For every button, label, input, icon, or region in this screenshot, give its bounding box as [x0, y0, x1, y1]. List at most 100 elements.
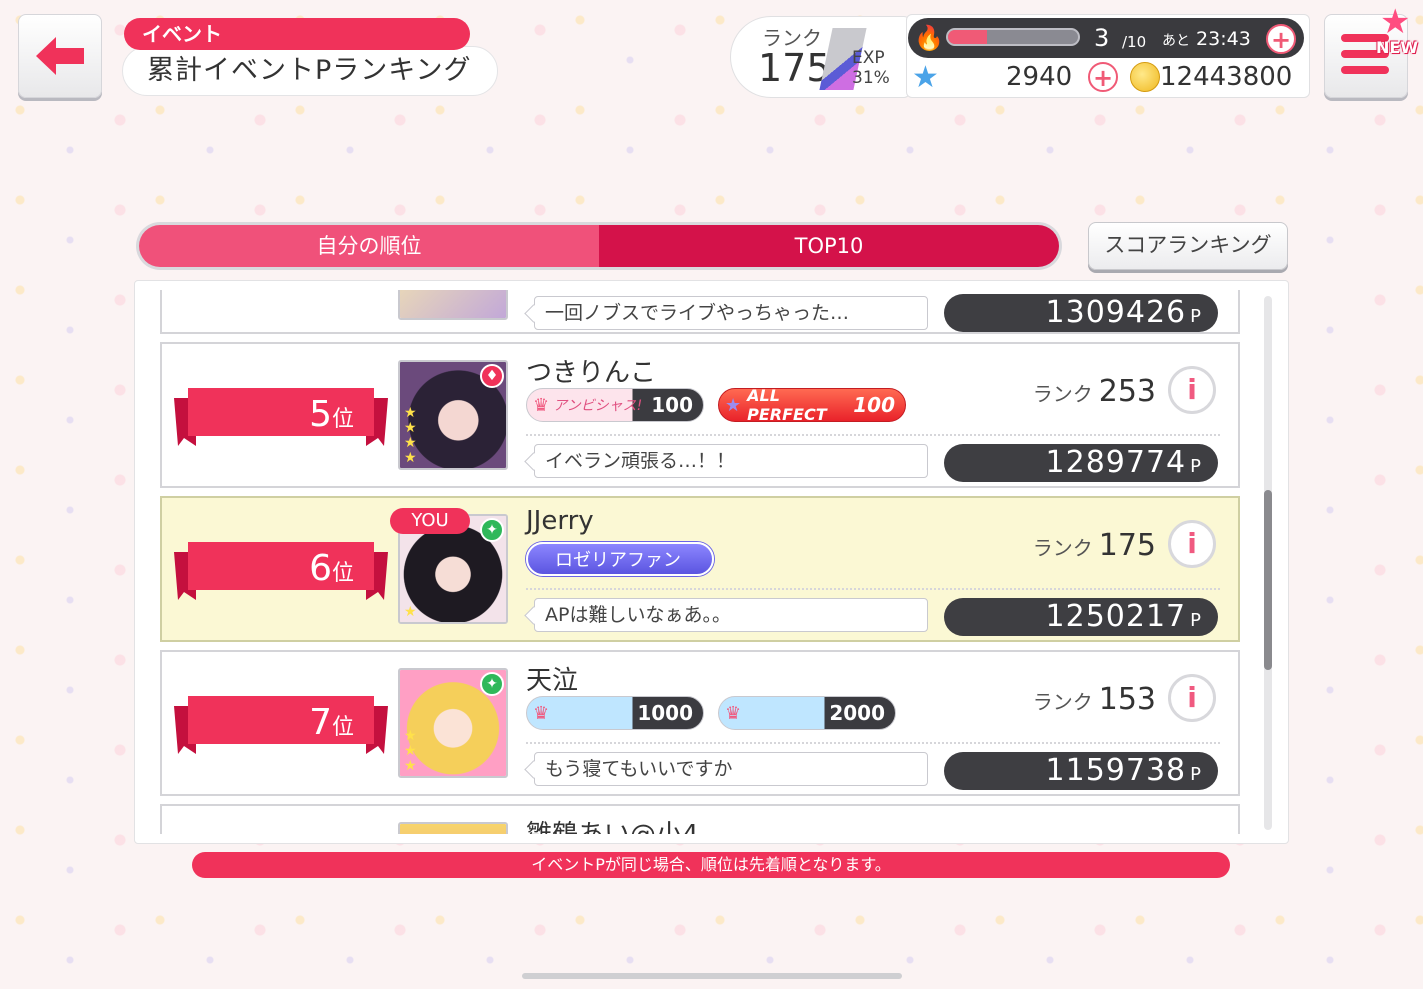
divider — [526, 588, 1220, 590]
info-button[interactable]: i — [1168, 674, 1216, 722]
stamina-timer: あと 23:43 — [1162, 28, 1251, 50]
badge-row: ♛ 1000 ♛ 2000 — [526, 696, 896, 732]
rarity-stars: ★ — [404, 604, 417, 620]
new-badge: NEW — [1376, 38, 1418, 57]
comment-bubble: APは難しいなぁあ。。 — [534, 598, 928, 632]
rank-ribbon: 7位 — [174, 696, 388, 754]
points-value: 1289774 — [1045, 445, 1187, 480]
event-rank-badge: ♛ アンビシャス! 100 — [526, 388, 704, 422]
category-tag: イベント — [124, 18, 470, 50]
player-name: つきりんこ — [526, 358, 657, 388]
ranking-row-4: 一回ノブスでライブやっちゃった… 1309426 P — [160, 290, 1240, 334]
ap-label: ALL PERFECT — [747, 386, 827, 424]
all-perfect-badge: ★ ALL PERFECT 100 — [718, 386, 906, 424]
stamina-current: 3 — [1094, 24, 1110, 52]
rank-suffix: 位 — [331, 715, 354, 740]
event-points: 1159738 P — [944, 752, 1218, 790]
crown-icon: ♛ — [533, 702, 550, 724]
star-gem-icon: ★ — [912, 60, 939, 95]
points-unit: P — [1190, 306, 1202, 327]
you-badge: YOU — [390, 508, 470, 534]
tie-rule-note: イベントPが同じ場合、順位は先着順となります。 — [192, 852, 1230, 878]
points-value: 1250217 — [1045, 599, 1187, 634]
back-button[interactable] — [18, 14, 102, 98]
rank-suffix: 位 — [331, 561, 354, 586]
rarity-stars: ★ ★ ★ — [404, 728, 417, 774]
ex-star-icon: ★ — [725, 394, 742, 416]
timer-prefix: あと — [1162, 33, 1190, 49]
card-avatar[interactable]: ♦ ★ ★ ★ ★ — [398, 360, 508, 470]
stamina-bar — [946, 28, 1080, 46]
divider — [526, 434, 1220, 436]
top-rank: 100 — [651, 393, 693, 417]
badge-row: ロゼリアファン — [526, 542, 714, 578]
player-name: JJerry — [526, 506, 594, 536]
top-rank: 1000 — [637, 701, 693, 725]
flame-icon: ♦ — [480, 364, 504, 388]
tab-top10[interactable]: TOP10 — [599, 225, 1059, 267]
player-rank-label: ランク — [1032, 382, 1093, 406]
ap-count: 100 — [853, 393, 895, 417]
score-ranking-button[interactable]: スコアランキング — [1088, 222, 1288, 270]
ranking-tabs: 自分の順位 TOP10 — [136, 222, 1062, 270]
player-rank-value: 175 — [1098, 528, 1156, 563]
player-rank: ランク 175 — [1033, 528, 1156, 563]
list-scrollbar-thumb[interactable] — [1264, 490, 1272, 670]
badge-row: ♛ アンビシャス! 100 ★ ALL PERFECT 100 — [526, 386, 906, 424]
ranking-row-7[interactable]: 7位 ✦ ★ ★ ★ 天泣 ♛ 1000 ♛ 2000 ランク 153 i もう寝ても… — [160, 650, 1240, 796]
comment-bubble: もう寝てもいいですか — [534, 752, 928, 786]
coin-icon — [1130, 62, 1160, 92]
info-button[interactable]: i — [1168, 366, 1216, 414]
rank-ribbon: 6位 — [174, 542, 388, 600]
rank-suffix: 位 — [331, 407, 354, 432]
info-button[interactable]: i — [1168, 520, 1216, 568]
divider — [526, 742, 1220, 744]
menu-icon-line — [1341, 66, 1389, 74]
event-rank-badge: ♛ 1000 — [526, 696, 704, 730]
rank-ribbon: 5位 — [174, 388, 388, 446]
rank-number: 7 — [309, 702, 332, 743]
back-arrow-icon — [36, 37, 84, 75]
points-value: 1159738 — [1045, 753, 1187, 788]
stars-value: 2940 — [1006, 62, 1073, 92]
rarity-stars: ★ ★ ★ ★ — [404, 405, 417, 466]
add-stars-button[interactable]: + — [1088, 62, 1118, 92]
rank-number: 6 — [309, 548, 332, 589]
home-indicator[interactable] — [522, 973, 902, 979]
comment-bubble: 一回ノブスでライブやっちゃった… — [534, 296, 928, 330]
event-points: 1309426 P — [944, 294, 1218, 332]
crown-icon: ♛ — [725, 702, 742, 724]
points-unit: P — [1190, 456, 1202, 477]
new-star-icon: ★ — [1380, 2, 1411, 42]
crown-icon: ♛ — [533, 394, 550, 416]
card-avatar[interactable]: ✦ ★ ★ ★ — [398, 668, 508, 778]
points-unit: P — [1190, 764, 1202, 785]
add-stamina-button[interactable]: + — [1266, 24, 1296, 54]
leaf-icon: ✦ — [480, 672, 504, 696]
flame-icon: 🔥 — [914, 24, 944, 52]
tab-my-rank[interactable]: 自分の順位 — [139, 225, 599, 267]
player-rank-value: 253 — [1098, 374, 1156, 409]
stamina-fill — [948, 30, 987, 44]
page-title-plate: 累計イベントPランキング — [122, 46, 498, 96]
rank-number: 5 — [309, 394, 332, 435]
stamina-max: /10 — [1122, 33, 1147, 51]
exp-label: EXP — [852, 48, 885, 68]
coins-value: 12443800 — [1160, 62, 1293, 92]
player-name: 天泣 — [526, 666, 579, 696]
ranking-row-5[interactable]: 5位 ♦ ★ ★ ★ ★ つきりんこ ♛ アンビシャス! 100 ★ ALL PERF… — [160, 342, 1240, 488]
comment-bubble: イベラン頑張る…！！ — [534, 444, 928, 478]
player-rank-label: ランク — [1032, 536, 1093, 560]
player-rank-label: ランク — [1032, 690, 1093, 714]
event-points: 1289774 P — [944, 444, 1218, 482]
points-unit: P — [1190, 610, 1202, 631]
points-value: 1309426 — [1045, 295, 1187, 330]
event-title: アンビシャス! — [553, 398, 643, 414]
player-rank: ランク 153 — [1033, 682, 1156, 717]
fan-title-badge: ロゼリアファン — [526, 542, 714, 576]
top-rank: 2000 — [829, 701, 885, 725]
ranking-row-6-you[interactable]: 6位 ✦ ★ YOU JJerry ロゼリアファン ランク 175 i APは難し… — [160, 496, 1240, 642]
page-title: 累計イベントPランキング — [147, 55, 472, 86]
player-name: 雛鶴あい@小4 — [526, 814, 699, 834]
leaf-icon: ✦ — [480, 518, 504, 542]
